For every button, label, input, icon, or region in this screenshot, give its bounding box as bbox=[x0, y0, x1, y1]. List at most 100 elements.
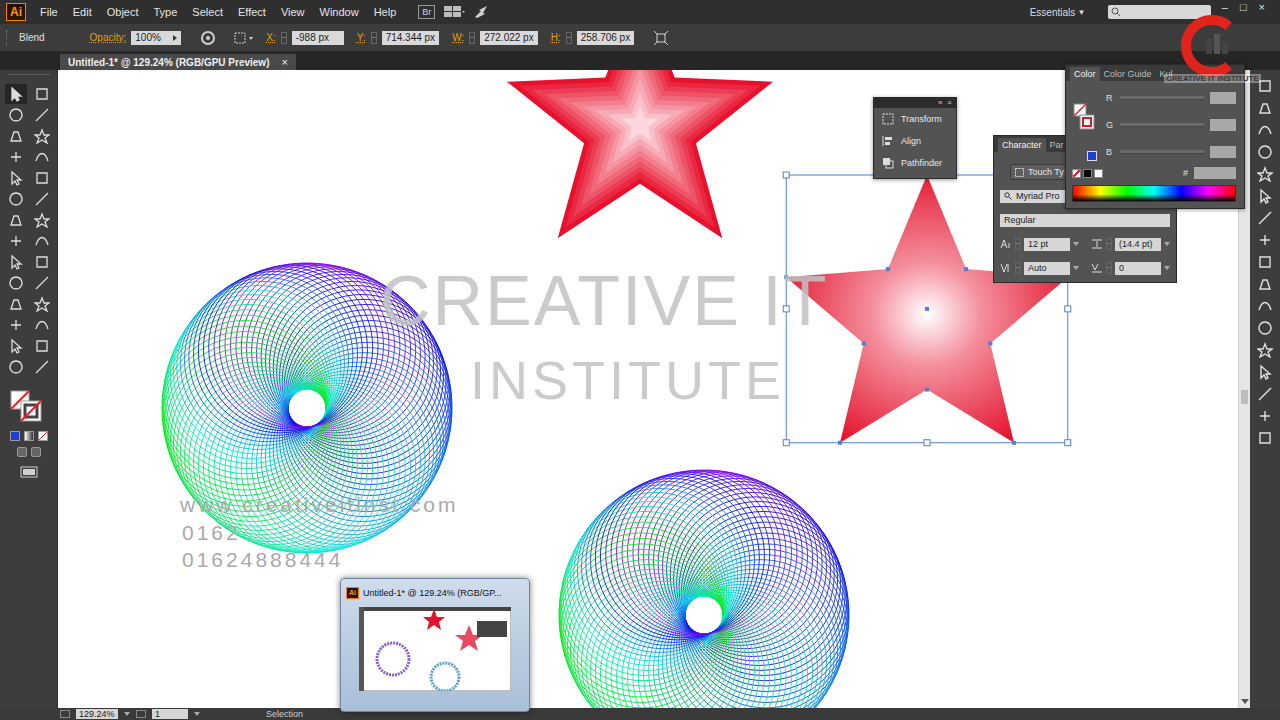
spin-icon[interactable] bbox=[566, 32, 572, 44]
tracking-field[interactable]: 0 bbox=[1115, 262, 1161, 275]
color-slider[interactable]: B bbox=[1106, 145, 1236, 159]
blend-star[interactable] bbox=[507, 70, 773, 238]
tool-button[interactable] bbox=[5, 126, 27, 146]
dock-button[interactable] bbox=[1254, 252, 1276, 271]
window-control-button[interactable]: □ bbox=[1237, 1, 1250, 13]
tool-button[interactable] bbox=[31, 210, 53, 230]
tool-button[interactable] bbox=[5, 210, 27, 230]
panel-tab[interactable]: Color bbox=[1070, 67, 1100, 81]
tool-button[interactable] bbox=[31, 189, 53, 209]
menu-item[interactable]: Select bbox=[192, 6, 223, 18]
anchor-point[interactable] bbox=[964, 267, 968, 271]
channel-field[interactable] bbox=[1210, 92, 1236, 104]
document-tab[interactable]: Untitled-1* @ 129.24% (RGB/GPU Preview)× bbox=[60, 54, 296, 70]
dock-button[interactable] bbox=[1254, 384, 1276, 403]
dock-button[interactable] bbox=[1254, 318, 1276, 337]
dock-button[interactable] bbox=[1254, 120, 1276, 139]
panel-tab[interactable]: Character bbox=[998, 138, 1046, 152]
spirograph[interactable] bbox=[559, 470, 849, 708]
panel-header-button[interactable]: » bbox=[938, 98, 942, 108]
spin-icon[interactable] bbox=[281, 32, 287, 44]
tool-button[interactable] bbox=[5, 147, 27, 167]
none-mode-swatch[interactable] bbox=[38, 431, 48, 441]
tab-close-button[interactable]: × bbox=[281, 56, 287, 68]
tool-button[interactable] bbox=[31, 147, 53, 167]
menu-item[interactable]: File bbox=[40, 6, 58, 18]
window-control-button[interactable]: × bbox=[1256, 1, 1268, 13]
resize-handle[interactable] bbox=[783, 172, 789, 178]
out-of-gamut-swatch[interactable] bbox=[1087, 151, 1097, 161]
dock-button[interactable] bbox=[1254, 274, 1276, 293]
panel-header-button[interactable]: × bbox=[947, 98, 952, 108]
opacity-field[interactable]: 100% bbox=[131, 31, 181, 45]
anchor-point[interactable] bbox=[838, 441, 842, 445]
gradient-mode-swatch[interactable] bbox=[24, 431, 34, 441]
tool-button[interactable] bbox=[5, 189, 27, 209]
channel-field[interactable] bbox=[1210, 146, 1236, 158]
tool-button[interactable] bbox=[31, 126, 53, 146]
dock-button[interactable] bbox=[1254, 230, 1276, 249]
channel-field[interactable] bbox=[1210, 119, 1236, 131]
tool-button[interactable] bbox=[31, 231, 53, 251]
draw-behind-icon[interactable] bbox=[31, 447, 41, 457]
transform-field[interactable]: 714.344 px bbox=[382, 31, 440, 45]
spin-icon[interactable] bbox=[371, 32, 377, 44]
anchor-point[interactable] bbox=[925, 388, 929, 392]
zoom-field[interactable]: 129.24% bbox=[76, 709, 118, 719]
tool-button[interactable] bbox=[31, 357, 53, 377]
dock-button[interactable] bbox=[1254, 340, 1276, 359]
dock-button[interactable] bbox=[1254, 142, 1276, 161]
fill-stroke-swatch[interactable] bbox=[9, 389, 49, 425]
artboard-field[interactable]: 1 bbox=[152, 709, 188, 719]
fill-stroke-icon[interactable] bbox=[1073, 103, 1095, 131]
arrange-documents-icon[interactable] bbox=[443, 5, 465, 19]
tool-button[interactable] bbox=[31, 273, 53, 293]
menu-item[interactable]: Type bbox=[154, 6, 178, 18]
leading-field[interactable]: (14.4 pt) bbox=[1115, 238, 1161, 251]
anchor-point[interactable] bbox=[886, 267, 890, 271]
dock-button[interactable] bbox=[1254, 98, 1276, 117]
hex-field[interactable] bbox=[1194, 167, 1236, 179]
font-size-field[interactable]: 12 pt bbox=[1024, 238, 1070, 251]
draw-mode-icon[interactable] bbox=[17, 447, 27, 457]
tool-button[interactable] bbox=[5, 273, 27, 293]
transform-field[interactable]: 272.022 px bbox=[480, 31, 538, 45]
dock-button[interactable] bbox=[1254, 406, 1276, 425]
tool-button[interactable] bbox=[5, 231, 27, 251]
dock-button[interactable] bbox=[1254, 164, 1276, 183]
panel-item[interactable]: Pathfinder bbox=[874, 152, 956, 174]
search-field[interactable] bbox=[1108, 5, 1211, 19]
resize-handle[interactable] bbox=[783, 440, 789, 446]
tool-button[interactable] bbox=[31, 336, 53, 356]
tool-button[interactable] bbox=[31, 315, 53, 335]
transform-field[interactable]: 258.706 px bbox=[577, 31, 635, 45]
touch-type-button[interactable]: Touch Ty bbox=[1010, 164, 1069, 180]
tool-button[interactable] bbox=[5, 357, 27, 377]
opacity-label[interactable]: Opacity: bbox=[90, 32, 127, 43]
recolor-icon[interactable] bbox=[200, 30, 216, 46]
tool-button[interactable] bbox=[31, 168, 53, 188]
tool-button[interactable] bbox=[5, 294, 27, 314]
resize-handle[interactable] bbox=[1065, 440, 1071, 446]
transform-field[interactable]: -988 px bbox=[292, 31, 344, 45]
window-control-button[interactable]: – bbox=[1219, 1, 1231, 13]
scroll-down-icon[interactable] bbox=[1241, 699, 1249, 704]
color-spectrum[interactable] bbox=[1072, 185, 1236, 202]
align-icon[interactable] bbox=[233, 30, 255, 46]
menu-item[interactable]: Window bbox=[320, 6, 359, 18]
dock-button[interactable] bbox=[1254, 186, 1276, 205]
tool-button[interactable] bbox=[5, 105, 27, 125]
tool-button[interactable] bbox=[31, 252, 53, 272]
white-swatch[interactable] bbox=[1094, 169, 1103, 178]
tool-button[interactable] bbox=[5, 84, 27, 104]
anchor-point[interactable] bbox=[988, 342, 992, 346]
panel-item[interactable]: Align bbox=[874, 130, 956, 152]
spin-icon[interactable] bbox=[469, 32, 475, 44]
resize-handle[interactable] bbox=[1065, 306, 1071, 312]
anchor-point[interactable] bbox=[1012, 441, 1016, 445]
panel-item[interactable]: Transform bbox=[874, 108, 956, 130]
nav-icon[interactable] bbox=[60, 710, 70, 718]
dock-button[interactable] bbox=[1254, 362, 1276, 381]
color-slider[interactable]: R bbox=[1106, 91, 1236, 105]
menu-item[interactable]: Help bbox=[374, 6, 397, 18]
